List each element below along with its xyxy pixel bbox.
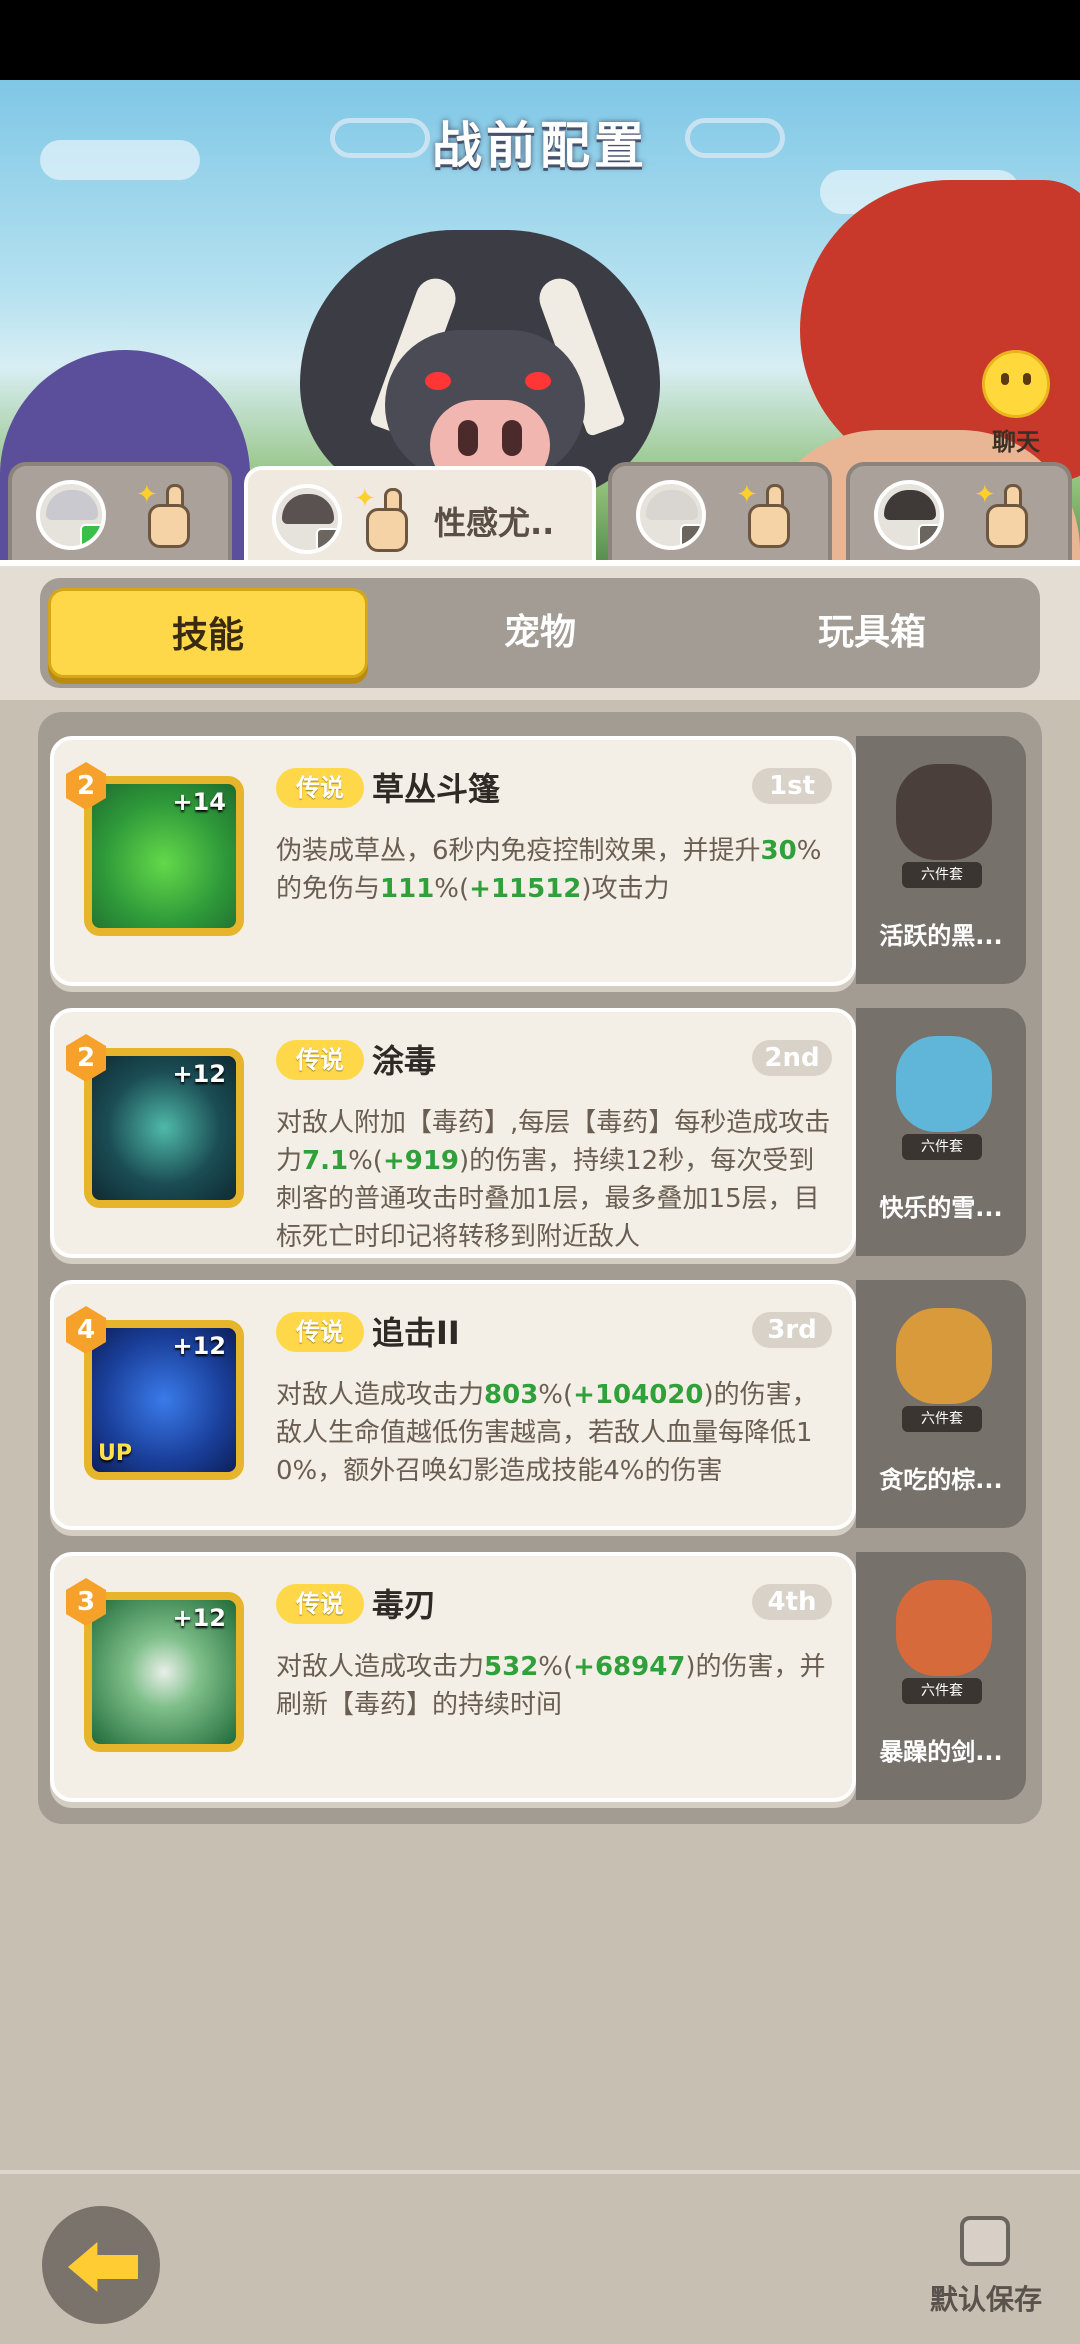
- hero-avatar: [636, 480, 706, 550]
- rarity-badge: 传说: [276, 768, 364, 808]
- skill-order: 3rd: [752, 1312, 832, 1348]
- set-figure-icon: [896, 1036, 992, 1132]
- pursuit-skill-icon: +12 UP: [84, 1320, 244, 1480]
- skill-card[interactable]: +12 3 传说 毒刃 4th 对敌人造成攻击力532%(+68947)的伤害，…: [50, 1552, 856, 1802]
- chat-button[interactable]: 聊天: [976, 350, 1056, 457]
- set-tag: 六件套: [902, 862, 982, 888]
- set-name: 活跃的黑...: [879, 922, 1003, 950]
- hero-tab-2[interactable]: ✦ 性感尤..: [244, 466, 596, 568]
- set-figure-icon: [896, 1580, 992, 1676]
- tab-skills[interactable]: 技能: [48, 588, 368, 678]
- default-save-label: 默认保存: [930, 2283, 1043, 2316]
- poison-blade-skull-icon: +12: [84, 1592, 244, 1752]
- segment-control: 技能 宠物 玩具箱: [40, 578, 1040, 688]
- skill-card[interactable]: +12 UP 4 传说 追击II 3rd 对敌人造成攻击力803%(+10402…: [50, 1280, 856, 1530]
- skill-order: 1st: [752, 768, 832, 804]
- skill-name: 毒刃: [372, 1586, 437, 1624]
- back-arrow-icon: [68, 2242, 138, 2292]
- set-name: 暴躁的剑...: [879, 1738, 1003, 1766]
- hero-tab-1[interactable]: ✦: [8, 462, 232, 562]
- hero-tab-3[interactable]: ✦: [608, 462, 832, 562]
- tap-hand-icon: ✦: [354, 486, 410, 552]
- hero-avatar: [36, 480, 106, 550]
- poison-drop-skill-icon: +12: [84, 1048, 244, 1208]
- boar-eye: [525, 372, 551, 390]
- skill-card[interactable]: +14 2 传说 草丛斗篷 1st 伪装成草丛，6秒内免疫控制效果，并提升30%…: [50, 736, 856, 986]
- skill-description: 对敌人造成攻击力803%(+104020)的伤害，敌人生命值越低伤害越高，若敌人…: [276, 1380, 818, 1486]
- status-bar: [0, 0, 1080, 80]
- set-figure-icon: [896, 764, 992, 860]
- skill-name: 涂毒: [372, 1042, 437, 1080]
- skill-name: 草丛斗篷: [372, 770, 501, 808]
- tap-hand-icon: ✦: [736, 482, 792, 548]
- rarity-badge: 传说: [276, 1040, 364, 1080]
- set-panel[interactable]: 六件套 暴躁的剑...: [856, 1552, 1026, 1800]
- boar-nostril: [458, 420, 478, 456]
- set-tag: 六件套: [902, 1678, 982, 1704]
- tab-toybox[interactable]: 玩具箱: [712, 588, 1032, 678]
- set-panel[interactable]: 六件套 活跃的黑...: [856, 736, 1026, 984]
- tab-pets[interactable]: 宠物: [380, 588, 700, 678]
- tab-strip: 技能 宠物 玩具箱: [0, 560, 1080, 700]
- chat-label: 聊天: [992, 428, 1040, 456]
- set-panel[interactable]: 六件套 快乐的雪...: [856, 1008, 1026, 1256]
- tap-hand-icon: ✦: [974, 482, 1030, 548]
- set-name: 贪吃的棕...: [879, 1466, 1003, 1494]
- set-name: 快乐的雪...: [879, 1194, 1003, 1222]
- set-figure-icon: [896, 1308, 992, 1404]
- rarity-badge: 传说: [276, 1584, 364, 1624]
- chat-emoji-icon: [982, 350, 1050, 418]
- set-panel[interactable]: 六件套 贪吃的棕...: [856, 1280, 1026, 1528]
- skill-order: 4th: [752, 1584, 832, 1620]
- hero-avatar: [874, 480, 944, 550]
- skill-order: 2nd: [752, 1040, 832, 1076]
- tap-hand-icon: ✦: [136, 482, 192, 548]
- rarity-badge: 传说: [276, 1312, 364, 1352]
- skill-name: 追击II: [372, 1314, 460, 1352]
- hero-tab-4[interactable]: ✦: [846, 462, 1072, 562]
- skill-description: 对敌人造成攻击力532%(+68947)的伤害，并刷新【毒药】的持续时间: [276, 1652, 826, 1720]
- boar-eye: [425, 372, 451, 390]
- footer-bar: 默认保存: [0, 2170, 1080, 2344]
- back-button[interactable]: [42, 2206, 160, 2324]
- set-tag: 六件套: [902, 1134, 982, 1160]
- skill-description: 对敌人附加【毒药】,每层【毒药】每秒造成攻击力7.1%(+919)的伤害，持续1…: [276, 1108, 831, 1252]
- hero-avatar: [272, 484, 342, 554]
- boar-nostril: [502, 420, 522, 456]
- default-save-checkbox[interactable]: [960, 2216, 1010, 2266]
- hero-name: 性感尤..: [434, 504, 555, 542]
- page-title: 战前配置: [432, 117, 648, 175]
- main-panel: 技能 宠物 玩具箱 六件套 活跃的黑... +14 2 传说 草丛斗篷 1st …: [0, 560, 1080, 2180]
- skill-description: 伪装成草丛，6秒内免疫控制效果，并提升30%的免伤与111%(+11512)攻击…: [276, 836, 822, 904]
- skill-card[interactable]: +12 2 传说 涂毒 2nd 对敌人附加【毒药】,每层【毒药】每秒造成攻击力7…: [50, 1008, 856, 1258]
- bush-cloak-skill-icon: +14: [84, 776, 244, 936]
- set-tag: 六件套: [902, 1406, 982, 1432]
